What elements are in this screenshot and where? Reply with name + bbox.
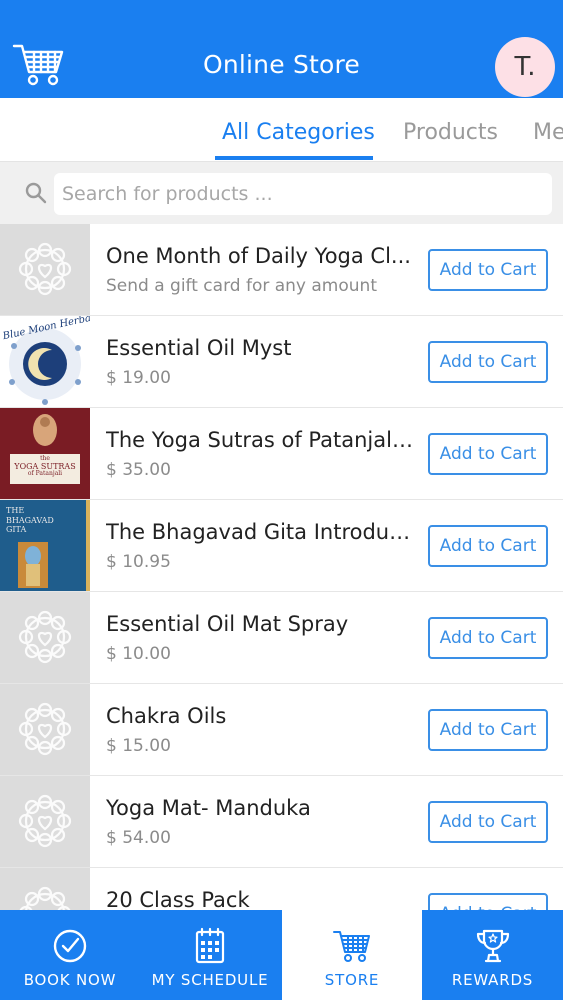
yoga-sutras-book-thumbnail: the YOGA SUTRAS of Patanjali xyxy=(0,408,90,499)
lotus-placeholder-icon xyxy=(19,886,71,910)
book-cover-title: BHAGAVAD xyxy=(6,515,54,525)
product-price: $ 54.00 xyxy=(106,828,171,848)
search-bar xyxy=(0,162,563,224)
product-name: The Bhagavad Gita Introduc... xyxy=(106,520,418,544)
calendar-icon xyxy=(195,927,225,964)
product-price: $ 10.95 xyxy=(106,552,171,572)
active-tab-indicator xyxy=(215,156,373,160)
lotus-placeholder-icon xyxy=(18,610,72,664)
search-icon xyxy=(24,181,48,205)
check-circle-icon xyxy=(53,929,87,963)
product-price: $ 15.00 xyxy=(106,736,171,756)
product-placeholder-thumbnail xyxy=(0,868,90,910)
lotus-placeholder-icon xyxy=(18,702,72,756)
user-avatar[interactable]: T. xyxy=(495,37,555,97)
add-to-cart-button[interactable]: Add to Cart xyxy=(428,525,548,567)
product-name: Chakra Oils xyxy=(106,704,227,728)
product-placeholder-thumbnail xyxy=(0,224,90,315)
add-to-cart-button[interactable]: Add to Cart xyxy=(428,801,548,843)
tab-products[interactable]: Products xyxy=(403,120,498,145)
product-placeholder-thumbnail xyxy=(0,776,90,867)
product-name: 20 Class Pack xyxy=(106,888,250,910)
lotus-placeholder-icon xyxy=(18,794,72,848)
add-to-cart-button[interactable]: Add to Cart xyxy=(428,617,548,659)
product-row[interactable]: the YOGA SUTRAS of Patanjali The Yoga Su… xyxy=(0,408,563,500)
nav-my-schedule[interactable]: MY SCHEDULE xyxy=(140,910,280,1000)
add-to-cart-button[interactable]: Add to Cart xyxy=(428,433,548,475)
product-price: $ 35.00 xyxy=(106,460,171,480)
product-row[interactable]: One Month of Daily Yoga Cl... Send a gif… xyxy=(0,224,563,316)
product-row[interactable]: THE BHAGAVAD GITA The Bhagavad Gita Intr… xyxy=(0,500,563,592)
add-to-cart-button[interactable]: Add to Cart xyxy=(428,249,548,291)
product-subtitle: Send a gift card for any amount xyxy=(106,276,377,296)
book-cover-text: GITA xyxy=(6,525,27,535)
product-placeholder-thumbnail xyxy=(0,684,90,775)
product-row[interactable]: 20 Class Pack Add to Cart xyxy=(0,868,563,910)
nav-book-now[interactable]: BOOK NOW xyxy=(0,910,140,1000)
nav-label: MY SCHEDULE xyxy=(151,971,269,989)
product-price: $ 19.00 xyxy=(106,368,171,388)
product-name: The Yoga Sutras of Patanjali ... xyxy=(106,428,418,452)
nav-label: REWARDS xyxy=(451,971,534,989)
bottom-navigation: BOOK NOW MY SCHEDULE STORE REWARDS xyxy=(0,910,563,1000)
product-row[interactable]: Essential Oil Mat Spray $ 10.00 Add to C… xyxy=(0,592,563,684)
add-to-cart-button[interactable]: Add to Cart xyxy=(428,709,548,751)
category-tabs: All Categories Products Me xyxy=(0,98,563,162)
nav-rewards[interactable]: REWARDS xyxy=(422,910,563,1000)
add-to-cart-button[interactable]: Add to Cart xyxy=(428,893,548,910)
nav-label: STORE xyxy=(324,971,380,989)
add-to-cart-button[interactable]: Add to Cart xyxy=(428,341,548,383)
nav-store[interactable]: STORE xyxy=(282,910,422,1000)
product-row[interactable]: Blue Moon Herbals Essential Oil Myst $ 1… xyxy=(0,316,563,408)
book-cover-text: of Patanjali xyxy=(27,470,63,478)
product-name: Yoga Mat- Manduka xyxy=(106,796,311,820)
product-list: One Month of Daily Yoga Cl... Send a gif… xyxy=(0,224,563,910)
product-name: One Month of Daily Yoga Cl... xyxy=(106,244,411,268)
search-input[interactable] xyxy=(54,173,552,215)
trophy-icon xyxy=(476,929,509,963)
tab-me[interactable]: Me xyxy=(533,120,563,145)
bhagavad-gita-book-thumbnail: THE BHAGAVAD GITA xyxy=(0,500,90,591)
lotus-placeholder-icon xyxy=(18,242,72,296)
nav-label: BOOK NOW xyxy=(23,971,117,989)
product-row[interactable]: Yoga Mat- Manduka $ 54.00 Add to Cart xyxy=(0,776,563,868)
book-cover-text: THE xyxy=(6,506,25,515)
page-title: Online Store xyxy=(202,50,361,79)
product-name: Essential Oil Myst xyxy=(106,336,292,360)
blue-moon-herbals-thumbnail: Blue Moon Herbals xyxy=(0,316,90,407)
app-header: Online Store T. xyxy=(0,0,563,98)
cart-icon xyxy=(333,931,370,962)
product-price: $ 10.00 xyxy=(106,644,171,664)
tab-all-categories[interactable]: All Categories xyxy=(222,120,375,145)
product-placeholder-thumbnail xyxy=(0,592,90,683)
product-name: Essential Oil Mat Spray xyxy=(106,612,349,636)
product-row[interactable]: Chakra Oils $ 15.00 Add to Cart xyxy=(0,684,563,776)
